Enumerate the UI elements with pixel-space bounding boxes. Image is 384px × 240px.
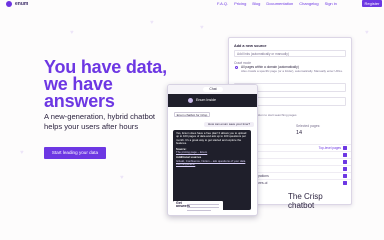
panel-title: Add a new source: [234, 44, 267, 48]
caption-line-2: chatbot: [288, 200, 315, 210]
nav-sign-in[interactable]: Sign in: [325, 1, 337, 6]
preview-card[interactable]: Get answers: [173, 201, 223, 215]
register-button[interactable]: Register: [362, 0, 382, 7]
card-text-line: [187, 207, 219, 208]
card-text-line: [187, 204, 219, 205]
page-checkbox[interactable]: [343, 174, 347, 178]
top-nav: F.A.Q. Pricing Blog Documentation Change…: [217, 1, 337, 6]
crisp-caption: The Crisp chatbot: [288, 192, 323, 210]
tab-chat[interactable]: Chat: [203, 87, 223, 92]
user-message: How can enum save your time?: [204, 122, 254, 127]
brand[interactable]: enum: [6, 1, 28, 7]
card-text-line: [187, 210, 211, 211]
crawl-mode-radio[interactable]: [235, 66, 238, 69]
enum-logo-icon: [6, 1, 12, 7]
hero-title: You have data, we have answers: [44, 58, 179, 111]
crawl-option-description: Also crawls a specific page (or a folder…: [241, 69, 343, 73]
agent-name: Enum Inside: [196, 98, 216, 102]
brand-name: enum: [15, 1, 29, 7]
selected-pages-label: Selected pages:: [296, 124, 321, 128]
top-level-checkbox[interactable]: [343, 146, 347, 150]
heart-icon: ♥: [20, 150, 24, 156]
hero-subtitle: A new-generation, hybrid chatbot helps y…: [44, 112, 156, 131]
nav-documentation[interactable]: Documentation: [266, 1, 293, 6]
nav-faq[interactable]: F.A.Q.: [217, 1, 228, 6]
heart-icon: ♥: [150, 20, 154, 26]
avatar: [188, 98, 193, 103]
nav-changelog[interactable]: Changelog: [299, 1, 318, 6]
additional-sources-text[interactable]: GitLab, Confluence, Notion – ask questio…: [176, 159, 248, 167]
page-checkbox[interactable]: [343, 181, 347, 185]
heart-icon: ♥: [120, 175, 124, 181]
nav-blog[interactable]: Blog: [252, 1, 260, 6]
page-checkbox[interactable]: [343, 167, 347, 171]
bot-message: Yes, Enum does have a free plan! It allo…: [173, 130, 251, 210]
chatbot-button[interactable]: Enum chatbot for Crisp: [174, 112, 210, 117]
heart-icon: ♥: [365, 30, 369, 36]
page-checkbox[interactable]: [343, 153, 347, 157]
selected-pages-value: 14: [296, 130, 303, 136]
source-link[interactable]: The pricing page – Enum: [176, 150, 248, 154]
page-checkbox[interactable]: [343, 160, 347, 164]
source-select[interactable]: Add links (automatically or manually): [234, 50, 346, 57]
hero-line-3: answers: [44, 91, 115, 111]
cta-button[interactable]: Start leading your data: [44, 147, 106, 159]
bot-text: Yes, Enum does have a free plan! It allo…: [176, 131, 247, 146]
heart-icon: ♥: [70, 30, 74, 36]
heart-icon: ♥: [200, 25, 204, 31]
chat-widget: Chat Enum Inside Enum chatbot for Crisp …: [167, 84, 258, 216]
chat-tab-bar: Chat: [168, 85, 257, 94]
nav-pricing[interactable]: Pricing: [234, 1, 246, 6]
